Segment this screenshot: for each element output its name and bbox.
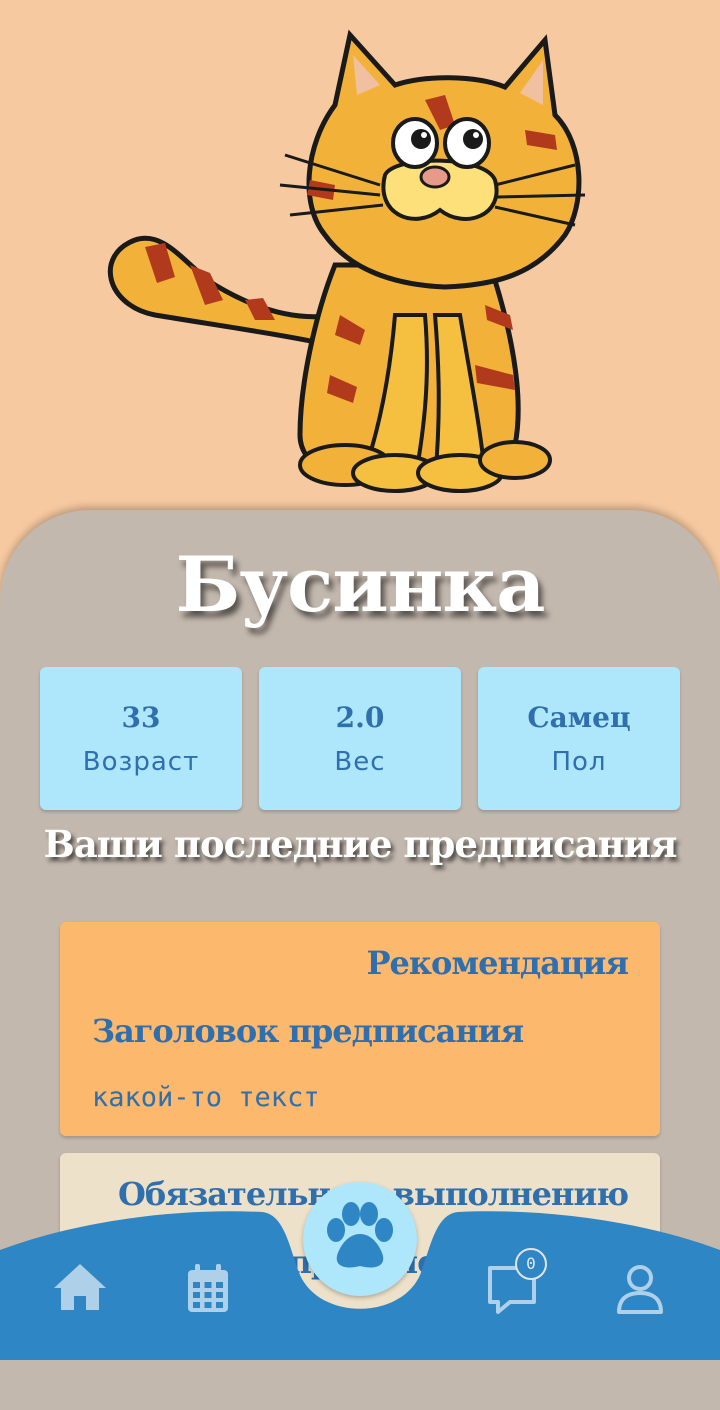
prescription-type: Рекомендация — [366, 944, 629, 982]
paw-icon — [327, 1202, 393, 1268]
pet-name: Бусинка — [175, 540, 546, 629]
nav-calendar[interactable] — [178, 1258, 238, 1318]
stat-sex-card: Самец Пол — [478, 667, 680, 810]
stat-sex-label: Пол — [551, 747, 607, 777]
prescription-title: Заголовок предписания — [92, 1012, 524, 1050]
user-icon — [617, 1265, 663, 1314]
home-icon — [54, 1264, 106, 1310]
nav-profile[interactable] — [610, 1258, 670, 1318]
nav-home[interactable] — [50, 1258, 110, 1318]
prescriptions-section-title: Ваши последние предписания — [43, 822, 678, 866]
prescription-card[interactable]: Рекомендация Заголовок предписания какой… — [60, 922, 660, 1136]
stat-age-value: 33 — [121, 701, 161, 734]
stat-weight-value: 2.0 — [335, 701, 385, 734]
stat-sex-value: Самец — [527, 701, 631, 734]
pet-hero — [0, 0, 720, 520]
calendar-icon — [188, 1264, 228, 1312]
stat-age-card: 33 Возраст — [40, 667, 242, 810]
prescription-text: какой-то текст — [92, 1082, 320, 1113]
stat-weight-label: Вес — [334, 747, 386, 777]
nav-pets-button[interactable] — [303, 1182, 417, 1296]
stat-weight-card: 2.0 Вес — [259, 667, 461, 810]
cat-illustration — [107, 29, 586, 493]
stat-age-label: Возраст — [82, 747, 200, 777]
chat-badge: 0 — [515, 1248, 547, 1280]
